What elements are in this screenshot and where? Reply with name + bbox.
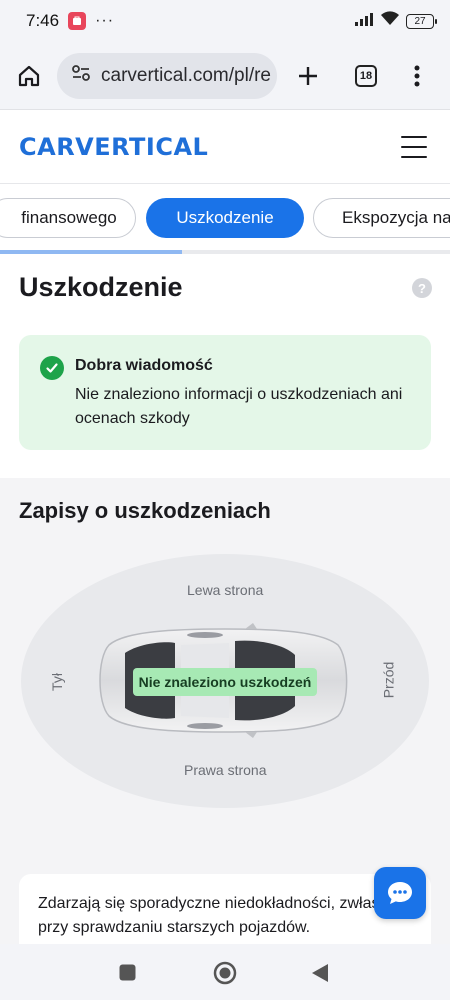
good-news-title: Dobra wiadomość xyxy=(75,357,213,374)
status-bar: 7:46 ··· 27 xyxy=(0,0,450,42)
tab-finansowego[interactable]: finansowego xyxy=(0,198,136,238)
left-side-label: Lewa strona xyxy=(187,582,264,598)
address-bar[interactable]: carvertical.com/pl/re xyxy=(57,52,277,99)
hamburger-icon[interactable] xyxy=(401,136,427,158)
more-notifications-indicator: ··· xyxy=(95,12,115,29)
tab-label: Ekspozycja na xyxy=(342,208,450,227)
records-title: Zapisy o uszkodzeniach xyxy=(19,498,271,523)
rear-label: Tył xyxy=(48,673,65,691)
wifi-icon xyxy=(380,11,400,31)
system-navigation-bar xyxy=(0,944,450,1000)
accuracy-note-text: Zdarzają się sporadyczne niedokładności,… xyxy=(38,895,413,936)
good-news-body: Nie znaleziono informacji o uszkodzeniac… xyxy=(75,386,403,427)
home-icon[interactable] xyxy=(1,48,57,104)
help-icon[interactable]: ? xyxy=(412,278,432,298)
plus-icon xyxy=(299,66,317,85)
chat-button[interactable] xyxy=(374,867,426,919)
site-settings-icon[interactable] xyxy=(71,64,91,87)
site-header: CARVERTICAL xyxy=(0,111,450,184)
recent-apps-icon[interactable] xyxy=(119,964,136,981)
good-news-card: Dobra wiadomość Nie znaleziono informacj… xyxy=(19,335,431,450)
front-label: Przód xyxy=(380,661,397,699)
app-notification-icon xyxy=(68,12,87,30)
battery-icon: 27 xyxy=(406,13,437,29)
report-section-tabs: finansowego Uszkodzenie Ekspozycja na xyxy=(0,184,450,254)
url-text: carvertical.com/pl/re xyxy=(101,64,271,86)
tab-uszkodzenie[interactable]: Uszkodzenie xyxy=(146,198,304,238)
tab-label: finansowego xyxy=(21,208,117,227)
more-vert-icon[interactable] xyxy=(397,51,437,101)
tab-label: Uszkodzenie xyxy=(176,208,274,227)
check-circle-icon xyxy=(40,356,64,380)
chat-bubble-icon xyxy=(388,882,412,904)
back-icon[interactable] xyxy=(311,963,329,983)
scroll-progress-fill xyxy=(0,250,182,254)
right-side-label: Prawa strona xyxy=(184,762,267,778)
damage-records-section: Zapisy o uszkodzeniach Lewa strona Prawa… xyxy=(0,478,450,1004)
new-tab-button[interactable] xyxy=(283,51,333,101)
tabs-icon: 18 xyxy=(355,64,377,87)
tabs-button[interactable]: 18 xyxy=(341,51,391,101)
no-damage-badge: Nie znaleziono uszkodzeń xyxy=(133,668,317,696)
tab-ekspozycja[interactable]: Ekspozycja na xyxy=(313,198,450,238)
browser-toolbar: carvertical.com/pl/re 18 xyxy=(0,42,450,110)
home-circle-icon[interactable] xyxy=(213,961,237,985)
clock: 7:46 xyxy=(26,11,60,30)
scroll-progress-track xyxy=(0,250,450,254)
carvertical-logo[interactable]: CARVERTICAL xyxy=(19,133,208,161)
signal-icon xyxy=(354,12,374,31)
section-title: Uszkodzenie xyxy=(19,272,183,302)
